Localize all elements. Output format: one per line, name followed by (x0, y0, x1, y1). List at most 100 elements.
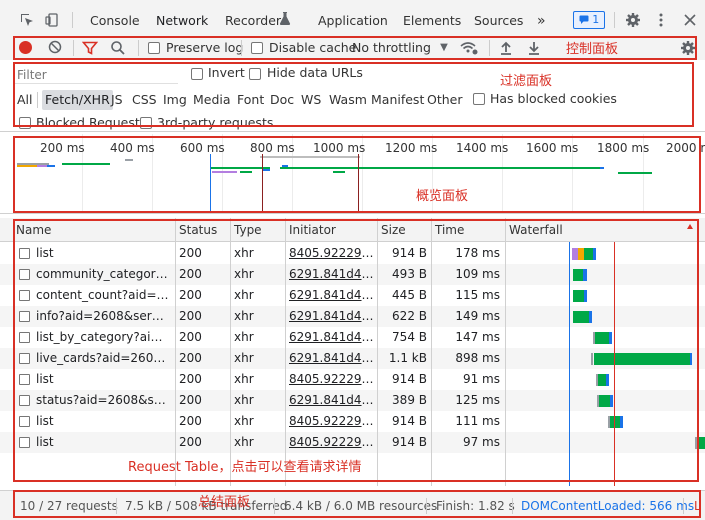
issues-badge[interactable]: 1 (573, 11, 605, 29)
request-initiator-link[interactable]: 6291.841d4cf... (289, 306, 375, 327)
tab-recorder[interactable]: Recorder (225, 0, 281, 40)
column-header-initiator[interactable]: Initiator (286, 218, 336, 242)
type-filter-js[interactable]: JS (111, 90, 123, 110)
table-row[interactable]: info?aid=2608&service... 200 xhr 6291.841d4… (0, 306, 705, 327)
request-status: 200 (179, 372, 202, 386)
devtools-tab-bar: Console Network Recorder Application Ele… (0, 0, 705, 40)
table-row[interactable]: list 200 xhr 8405.9222974... 914 B 97 ms (0, 432, 705, 453)
summary-bar: 10 / 27 requests 7.5 kB / 508 kB transfe… (0, 490, 705, 520)
request-name[interactable]: list (36, 369, 170, 390)
type-filter-doc[interactable]: Doc (270, 90, 294, 110)
request-size: 914 B (392, 414, 427, 428)
request-initiator-link[interactable]: 6291.841d4cf... (289, 285, 375, 306)
export-har-icon[interactable] (526, 40, 542, 56)
request-initiator-link[interactable]: 6291.841d4cf... (289, 327, 375, 348)
type-filter-media[interactable]: Media (193, 90, 231, 110)
type-filter-ws[interactable]: WS (301, 90, 321, 110)
request-initiator-link[interactable]: 6291.841d4cf... (289, 348, 375, 369)
type-filter-fetch-xhr[interactable]: Fetch/XHR (42, 90, 113, 110)
request-name[interactable]: info?aid=2608&service... (36, 306, 170, 327)
tab-application[interactable]: Application (318, 0, 388, 40)
overview-timeline[interactable]: 200 ms 400 ms 600 ms 800 ms 1000 ms 1200… (0, 134, 705, 214)
type-separator (37, 92, 38, 108)
column-divider (285, 218, 286, 486)
request-initiator-link[interactable]: 8405.9222974... (289, 432, 375, 453)
tab-network[interactable]: Network (151, 0, 213, 40)
select-element-icon[interactable] (19, 12, 35, 28)
type-filter-all[interactable]: All (17, 90, 33, 110)
request-name[interactable]: list (36, 411, 170, 432)
device-toolbar-icon[interactable] (45, 12, 61, 28)
has-blocked-cookies-checkbox[interactable] (473, 93, 485, 105)
request-status: 200 (179, 393, 202, 407)
third-party-checkbox[interactable] (140, 117, 152, 129)
network-conditions-icon[interactable] (460, 40, 478, 56)
column-header-status[interactable]: Status (176, 218, 217, 242)
table-row[interactable]: list 200 xhr 8405.9222974... 914 B 91 ms (0, 369, 705, 390)
column-header-type[interactable]: Type (231, 218, 262, 242)
table-row[interactable]: list 200 xhr 8405.9222974... 914 B 178 ms (0, 243, 705, 264)
overview-tick-label: 1400 ms (456, 141, 509, 155)
preserve-log-checkbox[interactable] (148, 42, 160, 54)
request-initiator-link[interactable]: 8405.9222974... (289, 411, 375, 432)
import-har-icon[interactable] (498, 40, 514, 56)
clear-icon[interactable] (47, 40, 63, 56)
type-filter-css[interactable]: CSS (132, 90, 157, 110)
network-settings-gear-icon[interactable] (680, 40, 696, 56)
request-time: 178 ms (455, 246, 500, 260)
tab-sources[interactable]: Sources (474, 0, 523, 40)
type-filter-font[interactable]: Font (237, 90, 264, 110)
record-button[interactable] (19, 41, 32, 54)
table-row[interactable]: status?aid=2608&servi... 200 xhr 6291.841d4… (0, 390, 705, 411)
tab-elements[interactable]: Elements (403, 0, 461, 40)
column-header-name[interactable]: Name (13, 218, 51, 242)
request-initiator-link[interactable]: 8405.9222974... (289, 369, 375, 390)
request-initiator-link[interactable]: 6291.841d4cf... (289, 264, 375, 285)
table-row[interactable]: list 200 xhr 8405.9222974... 914 B 111 ms (0, 411, 705, 432)
request-initiator-link[interactable]: 6291.841d4cf... (289, 390, 375, 411)
type-filter-manifest[interactable]: Manifest (371, 90, 424, 110)
close-icon[interactable] (682, 12, 698, 28)
invert-checkbox[interactable] (191, 68, 203, 80)
type-filter-wasm[interactable]: Wasm (329, 90, 367, 110)
throttling-select[interactable]: No throttling (352, 36, 431, 60)
toolbar-separator (489, 40, 490, 56)
request-name[interactable]: list (36, 432, 170, 453)
table-row[interactable]: content_count?aid=26... 200 xhr 6291.841d4c… (0, 285, 705, 306)
type-filter-img[interactable]: Img (163, 90, 187, 110)
request-initiator-link[interactable]: 8405.9222974... (289, 243, 375, 264)
table-row[interactable]: live_cards?aid=2608&s... 200 xhr 6291.841d4… (0, 348, 705, 369)
hide-data-urls-checkbox[interactable] (249, 68, 261, 80)
disable-cache-checkbox[interactable] (251, 42, 263, 54)
table-row[interactable]: community_category_li... 200 xhr 6291.841d4… (0, 264, 705, 285)
request-name[interactable]: community_category_li... (36, 264, 170, 285)
filter-funnel-icon[interactable] (81, 40, 99, 56)
request-size: 389 B (392, 393, 427, 407)
toolbar-separator (73, 40, 74, 56)
column-header-size[interactable]: Size (378, 218, 406, 242)
request-name[interactable]: status?aid=2608&servi... (36, 390, 170, 411)
filter-input[interactable] (14, 66, 178, 84)
search-icon[interactable] (110, 40, 126, 56)
kebab-menu-icon[interactable] (653, 12, 669, 28)
overview-segment (333, 171, 345, 173)
dropdown-triangle-icon[interactable]: ▼ (436, 40, 452, 56)
request-name[interactable]: list (36, 243, 170, 264)
tab-console[interactable]: Console (90, 0, 140, 40)
request-name[interactable]: content_count?aid=26... (36, 285, 170, 306)
overview-segment (280, 167, 600, 169)
request-size: 1.1 kB (388, 351, 427, 365)
overview-tick-label: 800 ms (250, 141, 295, 155)
blocked-requests-checkbox[interactable] (19, 117, 31, 129)
settings-gear-icon[interactable] (625, 12, 641, 28)
request-name[interactable]: list_by_category?aid=2... (36, 327, 170, 348)
column-header-waterfall[interactable]: Waterfall (506, 218, 563, 242)
blocked-requests-label: Blocked Requests (36, 115, 147, 130)
request-name[interactable]: live_cards?aid=2608&s... (36, 348, 170, 369)
table-row[interactable]: list_by_category?aid=2... 200 xhr 6291.841d… (0, 327, 705, 348)
type-filter-other[interactable]: Other (427, 90, 463, 110)
more-tabs-button[interactable]: » (537, 0, 546, 40)
column-header-time[interactable]: Time (432, 218, 464, 242)
waterfall-bar (609, 332, 612, 344)
request-status: 200 (179, 435, 202, 449)
